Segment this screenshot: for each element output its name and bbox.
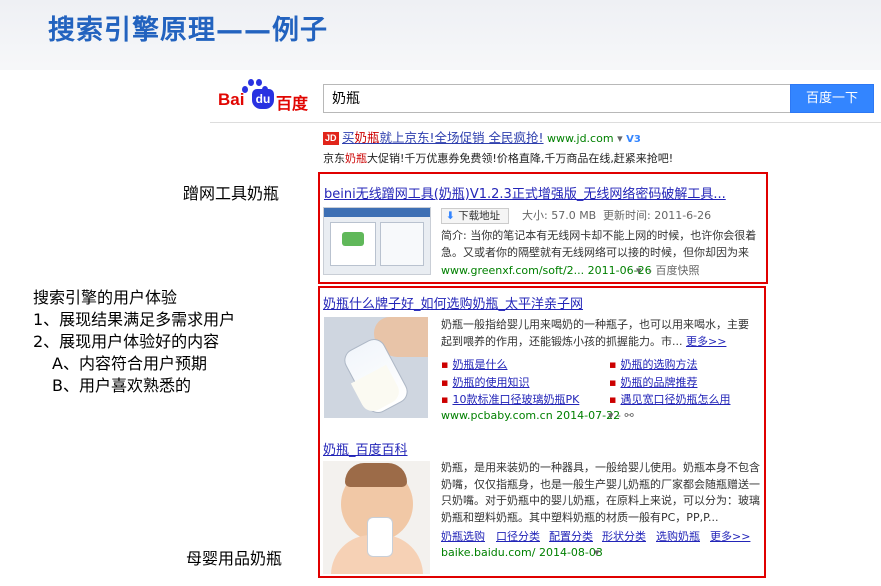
ad-description: 京东奶瓶大促销!千万优惠券免费领!价格直降,千万商品在线,赶紧来抢吧! bbox=[323, 152, 674, 165]
ad-result: JD 买奶瓶就上京东!全场促销 全民疯抢! www.jd.com ▾ V3 京东… bbox=[323, 127, 743, 166]
result1-description: 简介: 当你的笔记本有无线网卡却不能上网的时候，也许你会很着急。又或者你的隔壁就… bbox=[441, 229, 757, 259]
result2-url: www.pcbaby.com.cn 2014-07-22 bbox=[441, 409, 621, 422]
result1-dropdown-icon[interactable]: ▾ bbox=[636, 263, 642, 280]
result1-snapshot-link[interactable]: - 百度快照 bbox=[648, 263, 699, 280]
download-arrow-icon: ⬇ bbox=[446, 210, 455, 222]
result1-updated: 更新时间: 2011-6-26 bbox=[603, 209, 712, 222]
ad-v3-badge: V3 bbox=[626, 134, 641, 145]
logo-bai-text: Bai bbox=[218, 90, 245, 109]
result3-link-5[interactable]: 选购奶瓶 bbox=[656, 528, 700, 544]
label-ux-2: 2、展现用户体验好的内容 bbox=[33, 332, 220, 351]
ad-title-link[interactable]: 买奶瓶就上京东!全场促销 全民疯抢! bbox=[342, 130, 544, 145]
ad-url: www.jd.com bbox=[547, 132, 614, 145]
ad-dropdown-icon[interactable]: ▾ bbox=[617, 132, 623, 145]
result3-url: baike.baidu.com/ 2014-08-03 bbox=[441, 546, 603, 559]
result3-link-2[interactable]: 口径分类 bbox=[496, 528, 540, 544]
label-ux-title: 搜索引擎的用户体验 bbox=[33, 288, 178, 307]
result2-link-2[interactable]: ▪ 奶瓶的选购方法 bbox=[609, 356, 697, 372]
result3-title-link[interactable]: 奶瓶_百度百科 bbox=[323, 439, 408, 458]
result3-link-3[interactable]: 配置分类 bbox=[549, 528, 593, 544]
label-ux-b: B、用户喜欢熟悉的 bbox=[52, 376, 191, 395]
result1-title-link[interactable]: beini无线蹭网工具(奶瓶)V1.2.3正式增强版_无线网络密码破解工具... bbox=[324, 183, 726, 202]
result3-link-4[interactable]: 形状分类 bbox=[602, 528, 646, 544]
download-button[interactable]: ⬇ 下载地址 bbox=[441, 208, 509, 224]
result3-thumbnail[interactable] bbox=[323, 461, 430, 574]
divider bbox=[210, 122, 881, 123]
result2-dropdown-icon[interactable]: ▾ - ⚯ bbox=[608, 408, 634, 425]
result3-link-1[interactable]: 奶瓶选购 bbox=[441, 528, 485, 544]
label-ux-a: A、内容符合用户预期 bbox=[52, 354, 207, 373]
logo-du-text: du bbox=[252, 89, 274, 109]
logo-baidu-cn-text: 百度 bbox=[276, 94, 309, 113]
result2-more-link[interactable]: 更多>> bbox=[686, 335, 726, 348]
result2-thumbnail[interactable] bbox=[324, 317, 428, 418]
result2-link-3[interactable]: ▪ 奶瓶的使用知识 bbox=[441, 374, 529, 390]
result1-thumbnail[interactable] bbox=[323, 207, 431, 275]
result2-description: 奶瓶一般指给婴儿用来喝奶的一种瓶子，也可以用来喝水，主要起到喂养的作用，还能锻炼… bbox=[441, 318, 749, 348]
result2-link-4[interactable]: ▪ 奶瓶的品牌推荐 bbox=[609, 374, 697, 390]
result3-description: 奶瓶，是用来装奶的一种器具，一般给婴儿使用。奶瓶本身不包含奶嘴，仅仅指瓶身，也是… bbox=[441, 461, 760, 524]
label-ux-1: 1、展现结果满足多需求用户 bbox=[33, 310, 236, 329]
result2-title-link[interactable]: 奶瓶什么牌子好_如何选购奶瓶_太平洋亲子网 bbox=[323, 293, 583, 312]
search-button[interactable]: 百度一下 bbox=[790, 84, 874, 113]
result2-link-6[interactable]: ▪ 遇见宽口径奶瓶怎么用 bbox=[609, 391, 730, 407]
slide-title: 搜索引擎原理——例子 bbox=[48, 15, 328, 46]
label-baby-products: 母婴用品奶瓶 bbox=[186, 549, 283, 568]
search-input[interactable]: 奶瓶 bbox=[323, 84, 790, 113]
result2-link-5[interactable]: ▪ 10款标准口径玻璃奶瓶PK bbox=[441, 391, 579, 407]
baidu-logo[interactable]: Bai du 百度 bbox=[218, 78, 314, 114]
result2-link-1[interactable]: ▪ 奶瓶是什么 bbox=[441, 356, 507, 372]
label-cheat-tool: 蹭网工具奶瓶 bbox=[183, 184, 280, 203]
result3-link-more[interactable]: 更多>> bbox=[710, 528, 750, 544]
result3-dropdown-icon[interactable]: ▾ bbox=[594, 545, 600, 562]
result1-url: www.greenxf.com/soft/2... 2011-06-26 bbox=[441, 264, 652, 277]
result1-size: 大小: 57.0 MB bbox=[522, 209, 597, 222]
jd-badge-icon: JD bbox=[323, 132, 339, 145]
